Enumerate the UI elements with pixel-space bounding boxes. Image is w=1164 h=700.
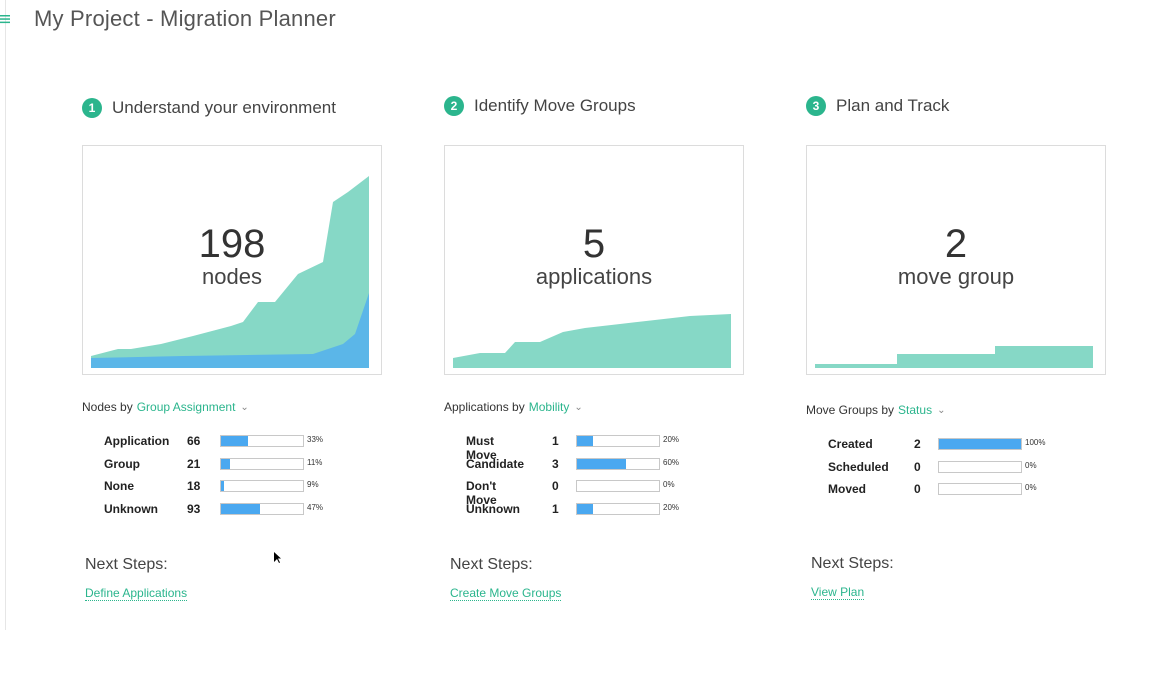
stat-bar bbox=[220, 502, 304, 515]
stat-bar-fill bbox=[221, 503, 260, 514]
create-move-groups-link[interactable]: Create Move Groups bbox=[450, 586, 562, 601]
big-unit: move group bbox=[897, 264, 1015, 289]
step-badge: 2 bbox=[444, 96, 464, 116]
step-badge: 1 bbox=[82, 98, 102, 118]
stat-percent: 0% bbox=[1025, 483, 1037, 492]
stat-bar-fill bbox=[577, 436, 594, 446]
stat-percent: 11% bbox=[307, 457, 323, 467]
chevron-down-icon[interactable]: ⌄ bbox=[240, 402, 248, 413]
stat-bar bbox=[938, 438, 1022, 450]
left-rail bbox=[0, 0, 6, 630]
big-unit: nodes bbox=[202, 264, 262, 289]
group-by-row: Nodes by Group Assignment ⌄ bbox=[82, 400, 249, 414]
next-steps-title: Next Steps: bbox=[811, 555, 894, 572]
group-by-label: Nodes by bbox=[82, 400, 133, 414]
stat-count: 66 bbox=[187, 434, 201, 448]
stat-count: 93 bbox=[187, 501, 201, 516]
stat-count: 3 bbox=[552, 456, 559, 471]
group-by-dropdown[interactable]: Status bbox=[898, 403, 932, 417]
stat-count: 0 bbox=[552, 479, 559, 493]
stat-count: 2 bbox=[914, 437, 921, 451]
step-title: Plan and Track bbox=[836, 96, 950, 115]
next-steps-title: Next Steps: bbox=[85, 556, 168, 573]
stat-bar bbox=[576, 457, 660, 470]
summary-panel: 198 nodes bbox=[82, 145, 382, 375]
stat-bar bbox=[220, 480, 304, 492]
step-title: Identify Move Groups bbox=[474, 96, 636, 115]
step-header: 1 Understand your environment bbox=[82, 98, 336, 118]
stat-percent: 9% bbox=[307, 480, 319, 489]
stat-bar-fill bbox=[221, 481, 225, 491]
column-identify: 2 Identify Move Groups 5 applications Ap… bbox=[444, 0, 754, 640]
stat-percent: 20% bbox=[663, 502, 680, 512]
stat-label: Scheduled bbox=[828, 459, 889, 474]
big-value: 2 bbox=[944, 222, 968, 266]
chevron-down-icon[interactable]: ⌄ bbox=[574, 402, 582, 413]
step-header: 2 Identify Move Groups bbox=[444, 96, 636, 116]
step-header: 3 Plan and Track bbox=[806, 96, 949, 116]
step-badge: 3 bbox=[806, 96, 826, 116]
summary-panel: 5 applications bbox=[444, 145, 744, 375]
stat-label: Application bbox=[104, 434, 170, 448]
next-steps-title: Next Steps: bbox=[450, 556, 533, 573]
column-understand: 1 Understand your environment 198 nodes … bbox=[82, 0, 392, 640]
stat-percent: 60% bbox=[663, 457, 680, 467]
stat-count: 1 bbox=[552, 501, 559, 516]
group-by-label: Move Groups by bbox=[806, 403, 895, 417]
stat-percent: 0% bbox=[1025, 460, 1037, 470]
stat-percent: 47% bbox=[307, 502, 324, 512]
stat-label: Unknown bbox=[104, 501, 158, 516]
chevron-down-icon[interactable]: ⌄ bbox=[937, 405, 945, 416]
big-value: 5 bbox=[582, 222, 606, 266]
stat-label: Group bbox=[104, 456, 140, 471]
big-unit: applications bbox=[535, 264, 653, 289]
area-green bbox=[453, 314, 731, 368]
stat-bar-fill bbox=[939, 439, 1021, 449]
stat-percent: 20% bbox=[663, 435, 680, 444]
group-by-dropdown[interactable]: Group Assignment bbox=[137, 400, 236, 414]
stat-bar-fill bbox=[221, 458, 231, 469]
stat-bar-fill bbox=[577, 503, 594, 514]
stat-bar bbox=[220, 435, 304, 447]
stat-bar bbox=[576, 502, 660, 515]
stat-bar bbox=[576, 480, 660, 492]
stat-bar bbox=[938, 483, 1022, 495]
stat-count: 18 bbox=[187, 479, 201, 493]
stat-bar bbox=[938, 460, 1022, 473]
menu-icon[interactable] bbox=[0, 12, 12, 28]
stat-count: 1 bbox=[552, 434, 559, 448]
group-by-label: Applications by bbox=[444, 400, 525, 414]
stat-count: 21 bbox=[187, 456, 201, 471]
view-plan-link[interactable]: View Plan bbox=[811, 585, 865, 600]
stat-bar-fill bbox=[577, 458, 627, 469]
stat-percent: 33% bbox=[307, 435, 324, 444]
column-plan: 3 Plan and Track 2 move group Move Group… bbox=[806, 0, 1116, 640]
stat-bar bbox=[576, 435, 660, 447]
step-title: Understand your environment bbox=[112, 98, 336, 117]
stat-count: 0 bbox=[914, 459, 921, 474]
area-green bbox=[815, 346, 1093, 368]
group-by-row: Applications by Mobility ⌄ bbox=[444, 400, 583, 414]
summary-panel: 2 move group bbox=[806, 145, 1106, 375]
mouse-cursor-icon bbox=[274, 552, 281, 563]
stat-percent: 0% bbox=[663, 480, 675, 489]
stat-percent: 100% bbox=[1025, 438, 1046, 447]
stat-label: Created bbox=[828, 437, 873, 451]
stat-bar bbox=[220, 457, 304, 470]
stat-label: Moved bbox=[828, 482, 867, 496]
stat-label: Candidate bbox=[466, 456, 525, 471]
define-applications-link[interactable]: Define Applications bbox=[85, 586, 188, 601]
stat-label: Unknown bbox=[466, 501, 520, 516]
big-value: 198 bbox=[198, 222, 266, 266]
group-by-row: Move Groups by Status ⌄ bbox=[806, 403, 945, 417]
stat-label: None bbox=[104, 479, 134, 493]
group-by-dropdown[interactable]: Mobility bbox=[529, 400, 570, 414]
stat-bar-fill bbox=[221, 436, 249, 446]
stat-count: 0 bbox=[914, 482, 921, 496]
